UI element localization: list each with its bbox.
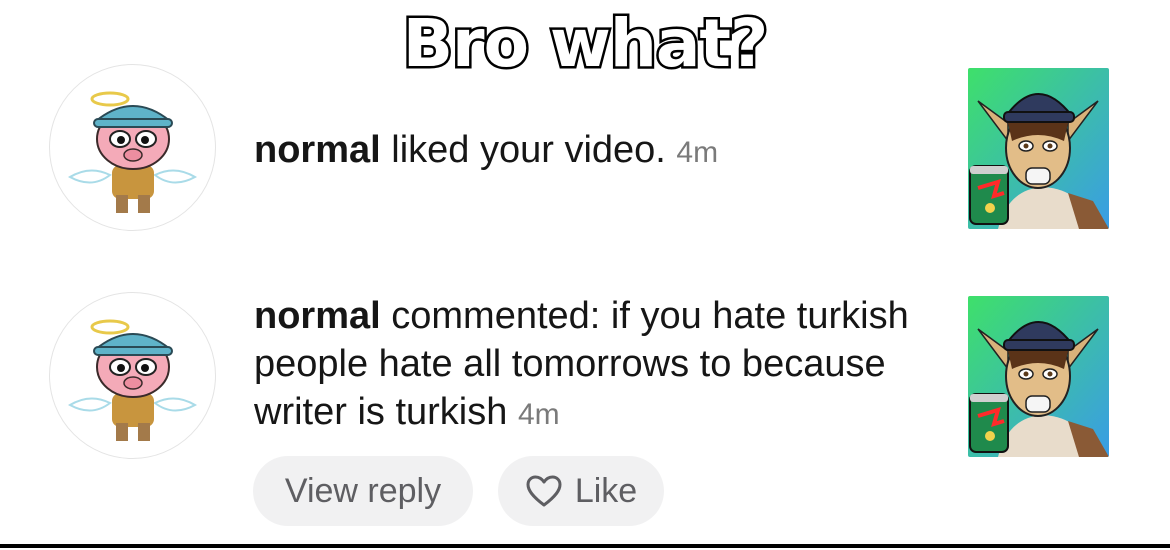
notification-row-comment[interactable]: normal commented: if you hate turkish pe… [0,290,1170,460]
angel-pig-avatar-icon [67,91,198,213]
username[interactable]: normal [254,129,381,171]
view-reply-button[interactable]: View reply [253,456,473,526]
notification-row-like[interactable]: normal liked your video. 4m [0,62,1170,232]
notification-text: normal liked your video. 4m [254,126,718,177]
like-button[interactable]: Like [498,456,664,526]
notification-text: normal commented: if you hate turkish pe… [254,292,934,439]
view-reply-label: View reply [284,471,442,510]
video-thumbnail[interactable] [968,68,1109,229]
video-thumbnail[interactable] [968,296,1109,457]
notification-action: liked your video. [380,129,666,171]
heart-outline-icon [525,474,563,508]
timestamp: 4m [676,136,719,169]
user-avatar[interactable] [49,64,216,231]
angel-pig-avatar-icon [67,319,198,441]
timestamp: 4m [517,398,560,431]
cartoon-thumbnail-icon [968,68,1109,229]
bottom-divider [0,544,1170,548]
cartoon-thumbnail-icon [968,296,1109,457]
user-avatar[interactable] [49,292,216,459]
username[interactable]: normal [254,295,381,337]
like-label: Like [574,471,638,510]
